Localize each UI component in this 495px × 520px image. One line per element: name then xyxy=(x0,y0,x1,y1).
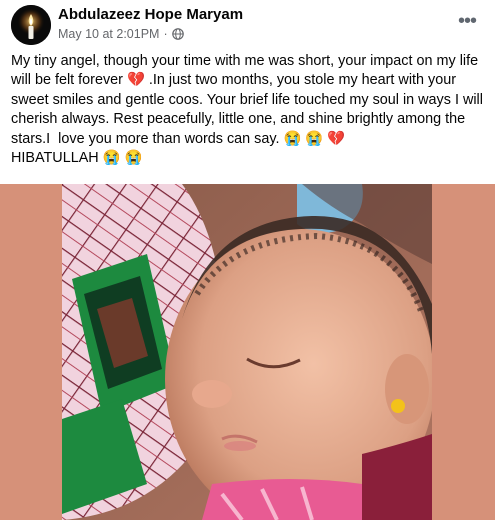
post-text: My tiny angel, though your time with me … xyxy=(11,53,483,167)
globe-icon[interactable] xyxy=(171,28,184,40)
candle-icon xyxy=(11,5,51,45)
post-media[interactable] xyxy=(0,184,495,520)
author-avatar[interactable] xyxy=(11,5,51,45)
more-horizontal-icon[interactable]: ••• xyxy=(455,10,479,32)
meta-separator: · xyxy=(163,27,168,41)
facebook-post: Abdulazeez Hope Maryam May 10 at 2:01PM … xyxy=(0,0,495,520)
post-timestamp[interactable]: May 10 at 2:01PM xyxy=(58,27,159,41)
post-meta: May 10 at 2:01PM · xyxy=(58,27,184,41)
author-name[interactable]: Abdulazeez Hope Maryam xyxy=(58,6,243,23)
post-photo xyxy=(62,184,432,520)
post-header: Abdulazeez Hope Maryam May 10 at 2:01PM … xyxy=(0,0,495,50)
